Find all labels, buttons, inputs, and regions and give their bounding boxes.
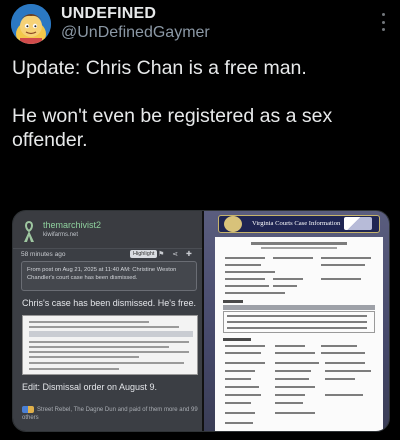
court-seal-icon	[223, 216, 242, 232]
more-options-icon[interactable]	[380, 13, 386, 31]
highlight-badge: Highlight	[130, 250, 158, 258]
forum-username[interactable]: themarchivist2	[43, 220, 101, 230]
forum-edit-text: Edit: Dismissal order on August 9.	[22, 382, 158, 392]
author-handle[interactable]: @UnDefinedGaymer	[61, 24, 210, 42]
court-title: Virginia Courts Case Information	[251, 220, 341, 227]
post-text: Update: Chris Chan is a free man. He won…	[12, 56, 388, 176]
court-logo-icon	[343, 217, 372, 230]
court-document	[214, 237, 383, 431]
forum-quote: From post on Aug 21, 2025 at 11:40 AM: C…	[21, 261, 197, 291]
share-icons: ⚑ ⋖ ✚	[158, 251, 195, 258]
forum-header: themarchivist2 kiwifarms.net	[13, 211, 202, 249]
docket-image	[22, 315, 198, 375]
avatar-cartoon-icon	[11, 4, 51, 44]
forum-site: kiwifarms.net	[43, 232, 79, 238]
post-paragraph: He won't even be registered as a sex off…	[12, 105, 333, 151]
forum-screenshot[interactable]: themarchivist2 kiwifarms.net 58 minutes …	[13, 211, 202, 431]
reaction-icons	[22, 406, 34, 413]
avatar[interactable]	[11, 4, 51, 44]
forum-timestamp: 58 minutes ago	[21, 251, 66, 258]
ribbon-icon	[24, 221, 34, 242]
post: UNDEFINED @UnDefinedGaymer Update: Chris…	[0, 0, 400, 440]
forum-post-text: Chris's case has been dismissed. He's fr…	[22, 298, 197, 308]
court-screenshot[interactable]: Virginia Courts Case Information	[201, 211, 389, 431]
forum-reactions: Street Rebel, The Dagne Dun and paid of …	[22, 406, 198, 422]
media-attachment[interactable]: themarchivist2 kiwifarms.net 58 minutes …	[12, 210, 390, 432]
reaction-text: Street Rebel, The Dagne Dun and paid of …	[22, 407, 198, 422]
author-display-name[interactable]: UNDEFINED	[61, 5, 156, 23]
post-paragraph: Update: Chris Chan is a free man.	[12, 57, 307, 79]
